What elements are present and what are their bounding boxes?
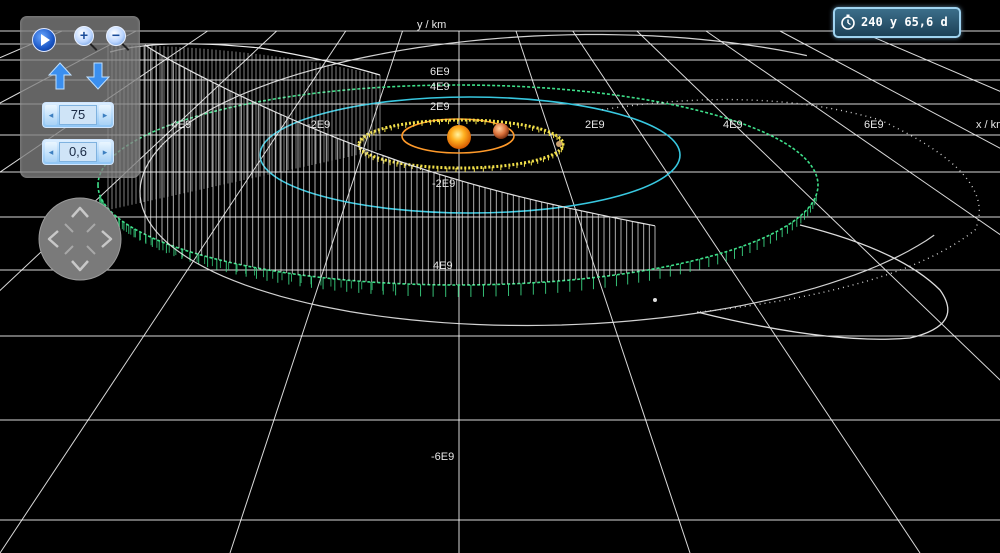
scale-value[interactable]: 0,6 [59,142,97,162]
grid-line [858,30,1000,92]
x-tick-label: 4E9 [723,119,743,131]
x-tick-label: 2E9 [585,119,605,131]
orbit-cyan [259,96,681,214]
coordinate-grid [0,30,1000,553]
simulation-viewport[interactable]: y / km x / km -4E9 -2E9 2E9 4E9 6E9 6E9 … [0,0,1000,553]
magnifier-handle-icon [121,43,130,51]
control-panel: + − ◂ 75 ▸ ◂ 0,6 ▸ [20,16,140,178]
zoom-out-label: − [111,27,121,43]
grid-line [572,30,921,553]
x-tick-label: 6E9 [864,119,884,131]
elapsed-time-value: 240 y 65,6 d [861,15,948,29]
y-tick-label: -6E9 [431,451,455,463]
direction-pad[interactable] [38,197,122,281]
direction-pad-icon [38,197,122,281]
arrow-up-icon [48,62,72,90]
orbit-comet-lower [696,224,949,340]
y-tick-label: -2E9 [432,178,456,190]
arrow-down-icon [86,62,110,90]
grid-line [705,30,1000,236]
play-icon [41,34,50,46]
y-tick-label: 2E9 [430,101,450,113]
x-axis-label: x / km [976,119,1000,131]
zoom-in-button[interactable]: + [74,26,98,51]
comet-marker [653,298,657,302]
orbit-comet [139,33,935,327]
planet-marker [556,141,562,147]
elapsed-time-display: 240 y 65,6 d [833,7,961,38]
arrow-down-button[interactable] [86,62,110,90]
magnifier-handle-icon [89,43,98,51]
y-axis-label: y / km [417,19,447,31]
decrement-button[interactable]: ◂ [45,142,57,162]
increment-button[interactable]: ▸ [99,105,111,125]
decrement-button[interactable]: ◂ [45,105,57,125]
x-tick-label: -4E9 [168,119,192,131]
scale-stepper[interactable]: ◂ 0,6 ▸ [42,139,114,165]
orbit-scene[interactable] [0,0,1000,553]
zoom-out-button[interactable]: − [106,26,130,51]
zoom-in-label: + [79,27,89,43]
grid-line [779,30,1000,149]
orbit-green [97,84,819,286]
sun [447,125,471,149]
y-tick-label: 4E9 [433,260,453,272]
planet-jupiter [493,123,509,139]
x-tick-label: -2E9 [307,119,331,131]
increment-button[interactable]: ▸ [99,142,111,162]
arrow-up-button[interactable] [48,62,72,90]
y-tick-label: 4E9 [430,81,450,93]
orbit-comet-dotted [599,98,980,313]
stopwatch-icon [841,14,855,30]
speed-stepper[interactable]: ◂ 75 ▸ [42,102,114,128]
play-button[interactable] [32,28,56,52]
y-tick-label: 6E9 [430,66,450,78]
speed-value[interactable]: 75 [59,105,97,125]
